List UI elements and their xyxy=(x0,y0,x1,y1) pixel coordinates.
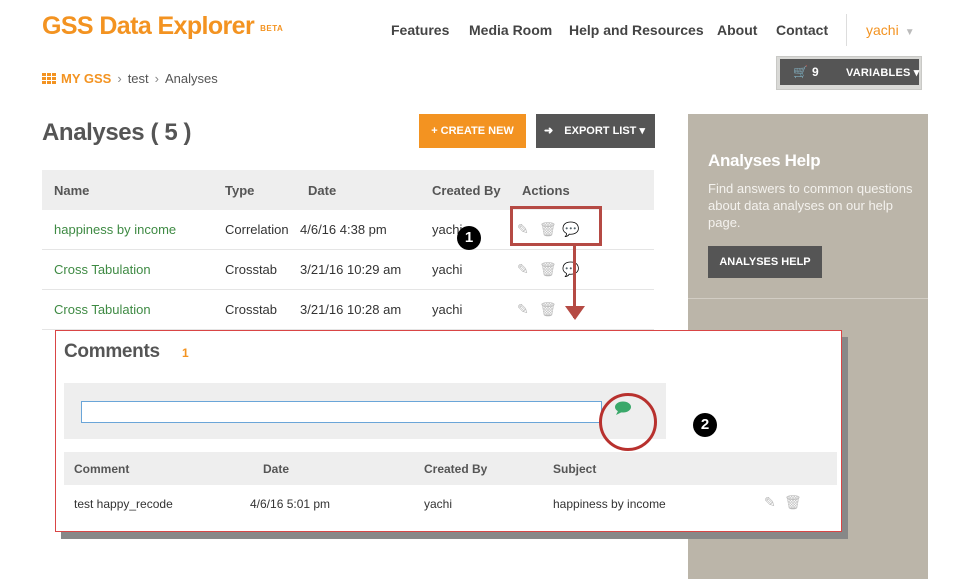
trash-icon[interactable]: 🗑 xyxy=(539,301,557,318)
analysis-date: 3/21/16 10:29 am xyxy=(300,262,402,277)
annotation-highlight-circle xyxy=(599,393,657,451)
beta-badge: BETA xyxy=(260,24,284,33)
nav-contact[interactable]: Contact xyxy=(776,22,828,38)
column-header-date[interactable]: Date xyxy=(308,183,336,198)
nav-divider xyxy=(846,14,847,46)
edit-icon[interactable]: ✎ xyxy=(517,261,529,278)
analysis-name-link[interactable]: Cross Tabulation xyxy=(54,262,151,277)
analysis-date: 4/6/16 4:38 pm xyxy=(300,222,387,237)
analyses-table-header: Name Type Date Created By Actions xyxy=(42,170,654,210)
analysis-type: Crosstab xyxy=(225,262,278,277)
cart-icon: 🛒 xyxy=(793,65,808,79)
comment-subject-link[interactable]: happiness by income xyxy=(553,497,666,511)
comment-input[interactable] xyxy=(81,401,602,423)
comment-icon[interactable]: 💬 xyxy=(562,261,579,278)
nav-features[interactable]: Features xyxy=(391,22,449,38)
column-header-type[interactable]: Type xyxy=(225,183,254,198)
column-header-date: Date xyxy=(263,462,290,476)
edit-icon[interactable]: ✎ xyxy=(764,494,776,511)
comment-date: 4/6/16 5:01 pm xyxy=(250,497,331,511)
analysis-date: 3/21/16 10:28 am xyxy=(300,302,402,317)
analysis-type: Crosstab xyxy=(225,302,278,317)
analysis-name-link[interactable]: happiness by income xyxy=(54,222,176,237)
breadcrumb-test[interactable]: test xyxy=(128,71,149,86)
column-header-name[interactable]: Name xyxy=(54,183,89,198)
breadcrumb-analyses: Analyses xyxy=(165,71,218,86)
export-icon: ➜ xyxy=(544,125,554,137)
analyses-help-button[interactable]: ANALYSES HELP xyxy=(708,246,822,278)
comments-count: 1 xyxy=(182,346,189,360)
chevron-right-icon: › xyxy=(117,71,122,86)
analysis-created-by: yachi xyxy=(432,302,463,317)
help-title: Analyses Help xyxy=(708,151,821,170)
breadcrumb-my-gss[interactable]: MY GSS xyxy=(61,71,111,86)
nav-media-room[interactable]: Media Room xyxy=(469,22,552,38)
cart-bar: 🛒 9 VARIABLES ▾ xyxy=(776,56,922,90)
variables-dropdown[interactable]: VARIABLES ▾ xyxy=(846,66,920,79)
edit-icon[interactable]: ✎ xyxy=(517,301,529,318)
user-name: yachi xyxy=(866,22,899,38)
caret-down-icon: ▼ xyxy=(904,27,915,38)
table-row: Cross Tabulation Crosstab 3/21/16 10:29 … xyxy=(42,250,654,290)
comment-row: test happy_recode 4/6/16 5:01 pm yachi h… xyxy=(64,485,837,523)
comment-text: test happy_recode xyxy=(74,497,173,511)
column-header-comment: Comment xyxy=(74,462,130,476)
comments-title: Comments xyxy=(64,341,160,362)
user-menu[interactable]: yachi ▼ xyxy=(866,22,915,38)
nav-help-and-resources[interactable]: Help and Resources xyxy=(569,22,704,38)
column-header-created-by: Created By xyxy=(424,462,488,476)
analysis-name-link[interactable]: Cross Tabulation xyxy=(54,302,151,317)
comment-input-bar xyxy=(64,383,666,439)
grid-icon xyxy=(42,73,56,84)
column-header-created-by[interactable]: Created By xyxy=(432,183,501,198)
trash-icon[interactable]: 🗑 xyxy=(784,494,802,511)
help-text: Find answers to common questions about d… xyxy=(708,181,913,230)
step-1-badge: 1 xyxy=(457,226,481,250)
cart-button[interactable]: 🛒 9 VARIABLES ▾ xyxy=(780,59,919,85)
comments-modal: Comments 1 Comment Date Created By Subje… xyxy=(55,330,842,532)
table-row: Cross Tabulation Crosstab 3/21/16 10:28 … xyxy=(42,290,654,330)
breadcrumb: MY GSS › test › Analyses xyxy=(42,71,218,86)
column-header-actions: Actions xyxy=(522,183,570,198)
top-navbar: GSS Data Explorer BETA Features Media Roo… xyxy=(0,0,958,60)
export-list-button[interactable]: ➜ EXPORT LIST ▾ xyxy=(536,114,655,148)
site-logo[interactable]: GSS Data Explorer BETA xyxy=(42,12,283,41)
comments-table-header: Comment Date Created By Subject xyxy=(64,452,837,485)
step-2-badge: 2 xyxy=(693,413,717,437)
page-title: Analyses ( 5 ) xyxy=(42,119,192,146)
column-header-subject: Subject xyxy=(553,462,597,476)
analysis-created-by: yachi xyxy=(432,262,463,277)
nav-about[interactable]: About xyxy=(717,22,757,38)
cart-count: 9 xyxy=(812,65,819,79)
comment-created-by: yachi xyxy=(424,497,453,511)
create-new-button[interactable]: + CREATE NEW xyxy=(419,114,526,148)
divider xyxy=(688,298,928,299)
analysis-type: Correlation xyxy=(225,222,289,237)
arrow-down-icon xyxy=(565,306,585,320)
annotation-highlight-box xyxy=(510,206,602,246)
trash-icon[interactable]: 🗑 xyxy=(539,261,557,278)
chevron-right-icon: › xyxy=(154,71,159,86)
